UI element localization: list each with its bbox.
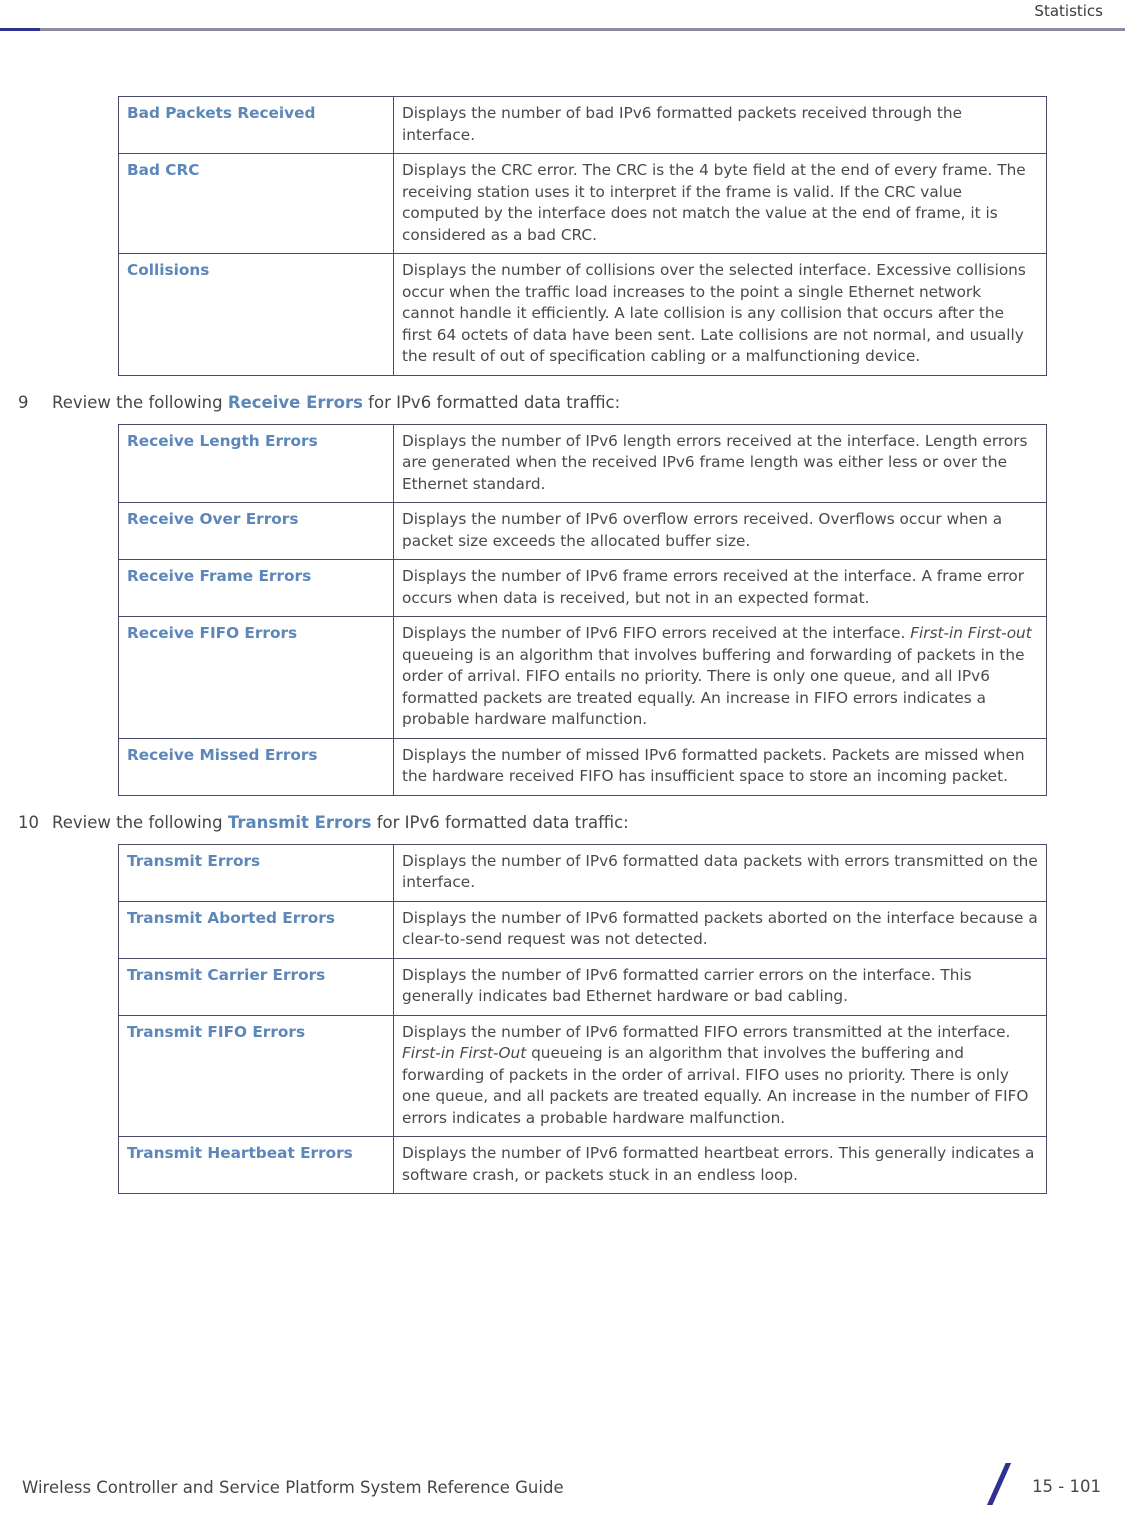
- footer-slash-mark: [983, 1463, 1017, 1505]
- table-row: Transmit FIFO Errors Displays the number…: [118, 1014, 1047, 1137]
- table-term: Receive Over Errors: [118, 502, 394, 560]
- receive-errors-table: Receive Length Errors Displays the numbe…: [118, 423, 1047, 796]
- table-desc: Displays the number of IPv6 formatted pa…: [393, 900, 1047, 959]
- table-term: Collisions: [118, 253, 394, 376]
- table-desc: Displays the number of collisions over t…: [393, 253, 1047, 376]
- footer-guide-title: Wireless Controller and Service Platform…: [22, 1478, 564, 1497]
- table-desc: Displays the number of IPv6 FIFO errors …: [393, 616, 1047, 739]
- table-term: Transmit Heartbeat Errors: [118, 1136, 394, 1194]
- table-row: Receive Over Errors Displays the number …: [118, 502, 1047, 560]
- general-errors-table: Bad Packets Received Displays the number…: [118, 96, 1047, 376]
- header-rule: [0, 28, 1125, 31]
- table-desc: Displays the number of bad IPv6 formatte…: [393, 96, 1047, 154]
- step-text-pre: Review the following: [52, 392, 228, 412]
- desc-pre: Displays the number of IPv6 formatted FI…: [402, 1022, 1011, 1041]
- step-text-pre: Review the following: [52, 812, 228, 832]
- step-text-post: for IPv6 formatted data traffic:: [362, 392, 621, 412]
- table-term: Transmit Errors: [118, 843, 394, 902]
- table-desc: Displays the number of missed IPv6 forma…: [393, 737, 1047, 796]
- table-row: Collisions Displays the number of collis…: [118, 253, 1047, 376]
- table-row: Receive Missed Errors Displays the numbe…: [118, 737, 1047, 796]
- table-term: Receive Missed Errors: [118, 737, 394, 796]
- page-header: Statistics: [0, 0, 1125, 31]
- table-row: Bad Packets Received Displays the number…: [118, 96, 1047, 154]
- table-desc: Displays the number of IPv6 frame errors…: [393, 559, 1047, 617]
- table-row: Transmit Carrier Errors Displays the num…: [118, 957, 1047, 1016]
- table-row: Transmit Heartbeat Errors Displays the n…: [118, 1136, 1047, 1194]
- footer-page-number: 15 - 101: [1032, 1477, 1101, 1496]
- step-text: Review the following Receive Errors for …: [52, 392, 620, 414]
- table-term: Receive FIFO Errors: [118, 616, 394, 739]
- table-desc: Displays the number of IPv6 formatted FI…: [393, 1014, 1047, 1137]
- header-title: Statistics: [1034, 2, 1103, 20]
- page-content: Bad Packets Received Displays the number…: [0, 96, 1125, 1194]
- table-row: Transmit Aborted Errors Displays the num…: [118, 900, 1047, 959]
- table-term: Receive Length Errors: [118, 423, 394, 503]
- step-number: 9: [18, 392, 29, 412]
- table-row: Receive Frame Errors Displays the number…: [118, 559, 1047, 617]
- step-text-accent: Transmit Errors: [227, 812, 372, 832]
- page-footer: Wireless Controller and Service Platform…: [0, 1447, 1125, 1517]
- table-desc: Displays the number of IPv6 formatted he…: [393, 1136, 1047, 1194]
- table-term: Transmit Carrier Errors: [118, 957, 394, 1016]
- table-desc: Displays the number of IPv6 length error…: [393, 423, 1047, 503]
- step-10: 10 Review the following Transmit Errors …: [0, 812, 1125, 834]
- table-row: Receive FIFO Errors Displays the number …: [118, 616, 1047, 739]
- step-number: 10: [18, 812, 39, 832]
- desc-pre: Displays the number of IPv6 FIFO errors …: [402, 624, 911, 642]
- document-page: Statistics Bad Packets Received Displays…: [0, 0, 1125, 1517]
- table-term: Bad Packets Received: [118, 96, 394, 154]
- table-row: Bad CRC Displays the CRC error. The CRC …: [118, 153, 1047, 254]
- transmit-errors-table: Transmit Errors Displays the number of I…: [118, 843, 1047, 1194]
- table-term: Transmit FIFO Errors: [118, 1014, 394, 1137]
- step-text: Review the following Transmit Errors for…: [52, 812, 629, 834]
- table-desc: Displays the CRC error. The CRC is the 4…: [393, 153, 1047, 254]
- table-desc: Displays the number of IPv6 overflow err…: [393, 502, 1047, 560]
- table-term: Transmit Aborted Errors: [118, 900, 394, 959]
- step-9: 9 Review the following Receive Errors fo…: [0, 392, 1125, 414]
- table-term: Bad CRC: [118, 153, 394, 254]
- desc-emphasis: First-in First-Out: [402, 1044, 527, 1062]
- header-rule-accent: [0, 28, 40, 31]
- step-text-post: for IPv6 formatted data traffic:: [371, 812, 629, 832]
- table-desc: Displays the number of IPv6 formatted ca…: [393, 957, 1047, 1016]
- table-desc: Displays the number of IPv6 formatted da…: [393, 843, 1047, 902]
- desc-emphasis: First-in First-out: [910, 624, 1032, 642]
- table-row: Receive Length Errors Displays the numbe…: [118, 423, 1047, 503]
- step-text-accent: Receive Errors: [227, 392, 363, 412]
- table-row: Transmit Errors Displays the number of I…: [118, 843, 1047, 902]
- table-term: Receive Frame Errors: [118, 559, 394, 617]
- desc-post: queueing is an algorithm that involves b…: [402, 645, 1025, 729]
